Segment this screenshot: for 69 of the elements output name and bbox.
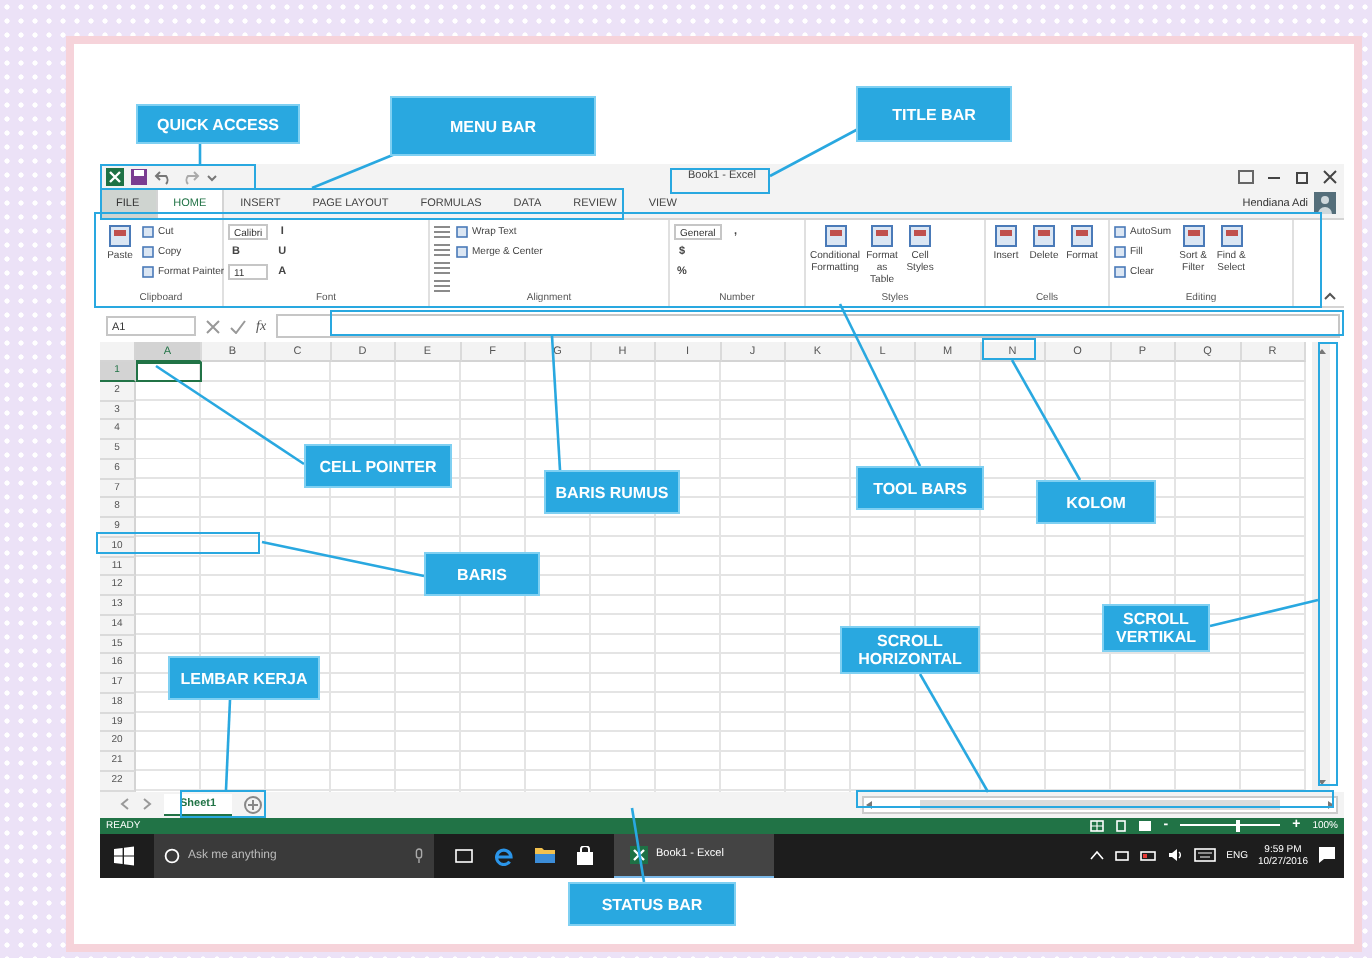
- scroll-left-icon[interactable]: [120, 798, 130, 810]
- highlight-outline: [180, 790, 266, 818]
- add-sheet-icon[interactable]: [244, 795, 263, 813]
- restore-icon[interactable]: [1294, 169, 1310, 183]
- callout-label: CELL POINTER: [304, 444, 452, 488]
- undo-icon[interactable]: [154, 167, 174, 185]
- command-icon[interactable]: [823, 224, 848, 248]
- command-icon[interactable]: [1181, 224, 1206, 248]
- save-icon[interactable]: [130, 167, 148, 185]
- leader-line: [769, 126, 861, 178]
- battery-icon[interactable]: [1140, 849, 1159, 861]
- leader-line: [198, 144, 202, 164]
- avatar-icon[interactable]: [1314, 192, 1336, 214]
- scroll-down-icon[interactable]: [1315, 777, 1327, 787]
- callout-label: SCROLL HORIZONTAL: [840, 626, 980, 674]
- task-view-icon[interactable]: [454, 847, 474, 863]
- scroll-up-icon[interactable]: [1315, 346, 1327, 356]
- command-icon[interactable]: [108, 224, 132, 248]
- align-icon[interactable]: [434, 262, 450, 274]
- leader-line: [630, 807, 646, 883]
- callout-label: LEMBAR KERJA: [168, 656, 320, 700]
- selected-cell[interactable]: [136, 362, 201, 382]
- keyboard-icon[interactable]: [1194, 848, 1217, 862]
- search-icon: [164, 847, 180, 863]
- command-icon[interactable]: [1219, 224, 1244, 248]
- microphone-icon[interactable]: [414, 847, 424, 863]
- highlight-outline: [670, 168, 770, 194]
- close-icon[interactable]: [1322, 169, 1338, 183]
- shopping-bag-icon[interactable]: [576, 845, 594, 865]
- page-break-icon[interactable]: [1137, 819, 1152, 831]
- leader-line: [1209, 598, 1319, 628]
- callout-label: QUICK ACCESS: [136, 104, 300, 144]
- notification-icon[interactable]: [1318, 846, 1336, 864]
- scroll-left-icon[interactable]: [864, 799, 874, 809]
- command-icon[interactable]: [994, 224, 1018, 248]
- align-icon[interactable]: [434, 244, 450, 256]
- spreadsheet-logo-icon[interactable]: [106, 167, 124, 185]
- command-icon[interactable]: [1070, 224, 1094, 248]
- callout-label: TOOL BARS: [856, 466, 984, 510]
- command-icon[interactable]: [870, 224, 895, 248]
- collapse-icon[interactable]: [1324, 292, 1336, 300]
- cell-grid[interactable]: [136, 362, 1306, 791]
- callout-label: STATUS BAR: [568, 882, 736, 926]
- speaker-icon[interactable]: [1168, 848, 1185, 862]
- browser-icon[interactable]: [494, 845, 514, 865]
- leader-line: [918, 673, 990, 793]
- normal-view-icon[interactable]: [1089, 819, 1104, 831]
- leader-line: [550, 335, 562, 471]
- windows-start-icon[interactable]: [114, 845, 134, 865]
- callout-label: SCROLL VERTIKAL: [1102, 604, 1210, 652]
- scroll-right-icon[interactable]: [1326, 799, 1336, 809]
- command-icon[interactable]: [908, 224, 933, 248]
- caret-up-icon[interactable]: [1090, 850, 1105, 860]
- callout-label: KOLOM: [1036, 480, 1156, 524]
- leader-line: [1010, 359, 1082, 481]
- command-icon[interactable]: [1032, 224, 1056, 248]
- callout-label: BARIS RUMUS: [544, 470, 680, 514]
- page-layout-icon[interactable]: [1113, 819, 1128, 831]
- callout-label: BARIS: [424, 552, 540, 596]
- scroll-right-icon[interactable]: [142, 798, 152, 810]
- callout-label: TITLE BAR: [856, 86, 1012, 142]
- align-icon[interactable]: [434, 226, 450, 238]
- check-icon[interactable]: [230, 319, 246, 333]
- align-icon[interactable]: [434, 280, 450, 292]
- formula-input[interactable]: [276, 314, 1340, 338]
- leader-line: [224, 699, 232, 791]
- callout-label: MENU BAR: [390, 96, 596, 156]
- folder-icon[interactable]: [534, 846, 556, 864]
- cancel-icon[interactable]: [206, 319, 220, 333]
